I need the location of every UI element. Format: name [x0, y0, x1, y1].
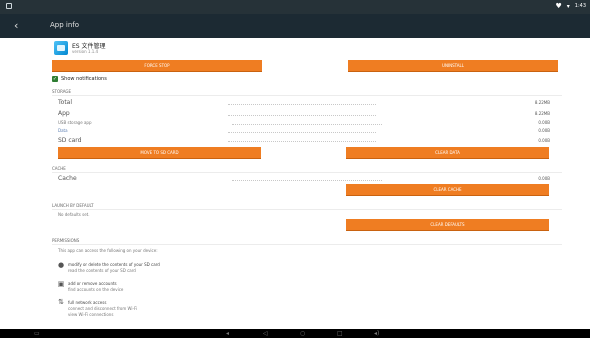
status-bar: ♥ ▾ 1:43 [0, 0, 590, 14]
navigation-bar: ▭ ◂ ◁ ○ □ ◂) [0, 329, 590, 338]
dotted-leader [228, 104, 376, 105]
clear-defaults-button[interactable]: CLEAR DEFAULTS [346, 219, 549, 231]
launch-text: No defaults set. [58, 212, 90, 217]
app-info-screen: ♥ ▾ 1:43 ‹ App info ES 文件管理 version 1.1.… [0, 0, 590, 338]
permission-desc: read the contents of your SD card [68, 268, 136, 273]
app-version: version 1.1.4 [72, 49, 99, 54]
back-arrow-icon[interactable]: ‹ [14, 19, 18, 32]
storage-row-value: 0.00B [538, 138, 550, 143]
storage-row-label: SD card [58, 137, 82, 144]
notification-icon [6, 3, 12, 9]
cache-value: 0.00B [538, 176, 550, 181]
heart-icon: ♥ [555, 2, 562, 10]
clear-cache-button[interactable]: CLEAR CACHE [346, 184, 549, 196]
dotted-leader [232, 180, 382, 181]
keyboard-icon[interactable]: ▭ [34, 329, 40, 338]
wifi-status-icon: ▾ [566, 2, 570, 10]
storage-row-value: 8.22MB [534, 100, 550, 105]
permission-desc: find accounts on the device [68, 287, 124, 292]
cache-label: Cache [58, 175, 77, 182]
storage-row-label: Total [58, 99, 73, 106]
storage-row-label: Data [58, 128, 68, 133]
page-title: App info [50, 21, 80, 29]
permissions-header: PERMISSIONS [52, 238, 80, 243]
clock: 1:43 [574, 3, 586, 9]
storage-row-value: 0.00B [538, 128, 550, 133]
volume-down-icon[interactable]: ◂ [226, 329, 229, 338]
network-icon: ⇅ [58, 298, 64, 306]
uninstall-button[interactable]: UNINSTALL [348, 60, 558, 72]
permissions-intro: This app can access the following on you… [58, 248, 158, 253]
permission-desc: connect and disconnect from Wi-Fi [68, 306, 138, 311]
dotted-leader [232, 124, 382, 125]
launch-header: LAUNCH BY DEFAULT [52, 203, 94, 208]
permission-title: full network access [68, 300, 107, 305]
storage-row-value: 8.22MB [534, 111, 550, 116]
clear-data-button[interactable]: CLEAR DATA [346, 147, 549, 159]
storage-row-value: 0.00B [538, 120, 550, 125]
storage-row-label: App [58, 110, 70, 117]
home-icon[interactable]: ○ [300, 329, 305, 338]
recent-apps-icon[interactable]: □ [337, 329, 343, 338]
volume-up-icon[interactable]: ◂) [374, 329, 379, 338]
move-to-sd-button[interactable]: MOVE TO SD CARD [58, 147, 261, 159]
divider [52, 244, 562, 245]
dotted-leader [228, 132, 376, 133]
force-stop-button[interactable]: FORCE STOP [52, 60, 262, 72]
app-icon [54, 41, 68, 55]
show-notifications-checkbox[interactable]: ✓ [52, 76, 58, 82]
back-icon[interactable]: ◁ [263, 329, 268, 338]
action-bar: ‹ App info [0, 14, 590, 38]
status-icons: ♥ ▾ 1:43 [555, 2, 586, 10]
permission-title: add or remove accounts [68, 281, 117, 286]
show-notifications-label: Show notifications [61, 76, 107, 82]
permission-title: modify or delete the contents of your SD… [68, 262, 160, 267]
permission-desc: view Wi-Fi connections [68, 312, 114, 317]
divider [52, 172, 562, 173]
dotted-leader [228, 115, 376, 116]
cache-header: CACHE [52, 166, 66, 171]
accounts-icon: ▣ [57, 280, 65, 288]
storage-icon: ● [57, 261, 65, 269]
storage-row-label: USB storage app [58, 120, 92, 125]
divider [52, 209, 562, 210]
dotted-leader [228, 141, 376, 142]
storage-header: STORAGE [52, 89, 72, 94]
divider [52, 95, 562, 96]
